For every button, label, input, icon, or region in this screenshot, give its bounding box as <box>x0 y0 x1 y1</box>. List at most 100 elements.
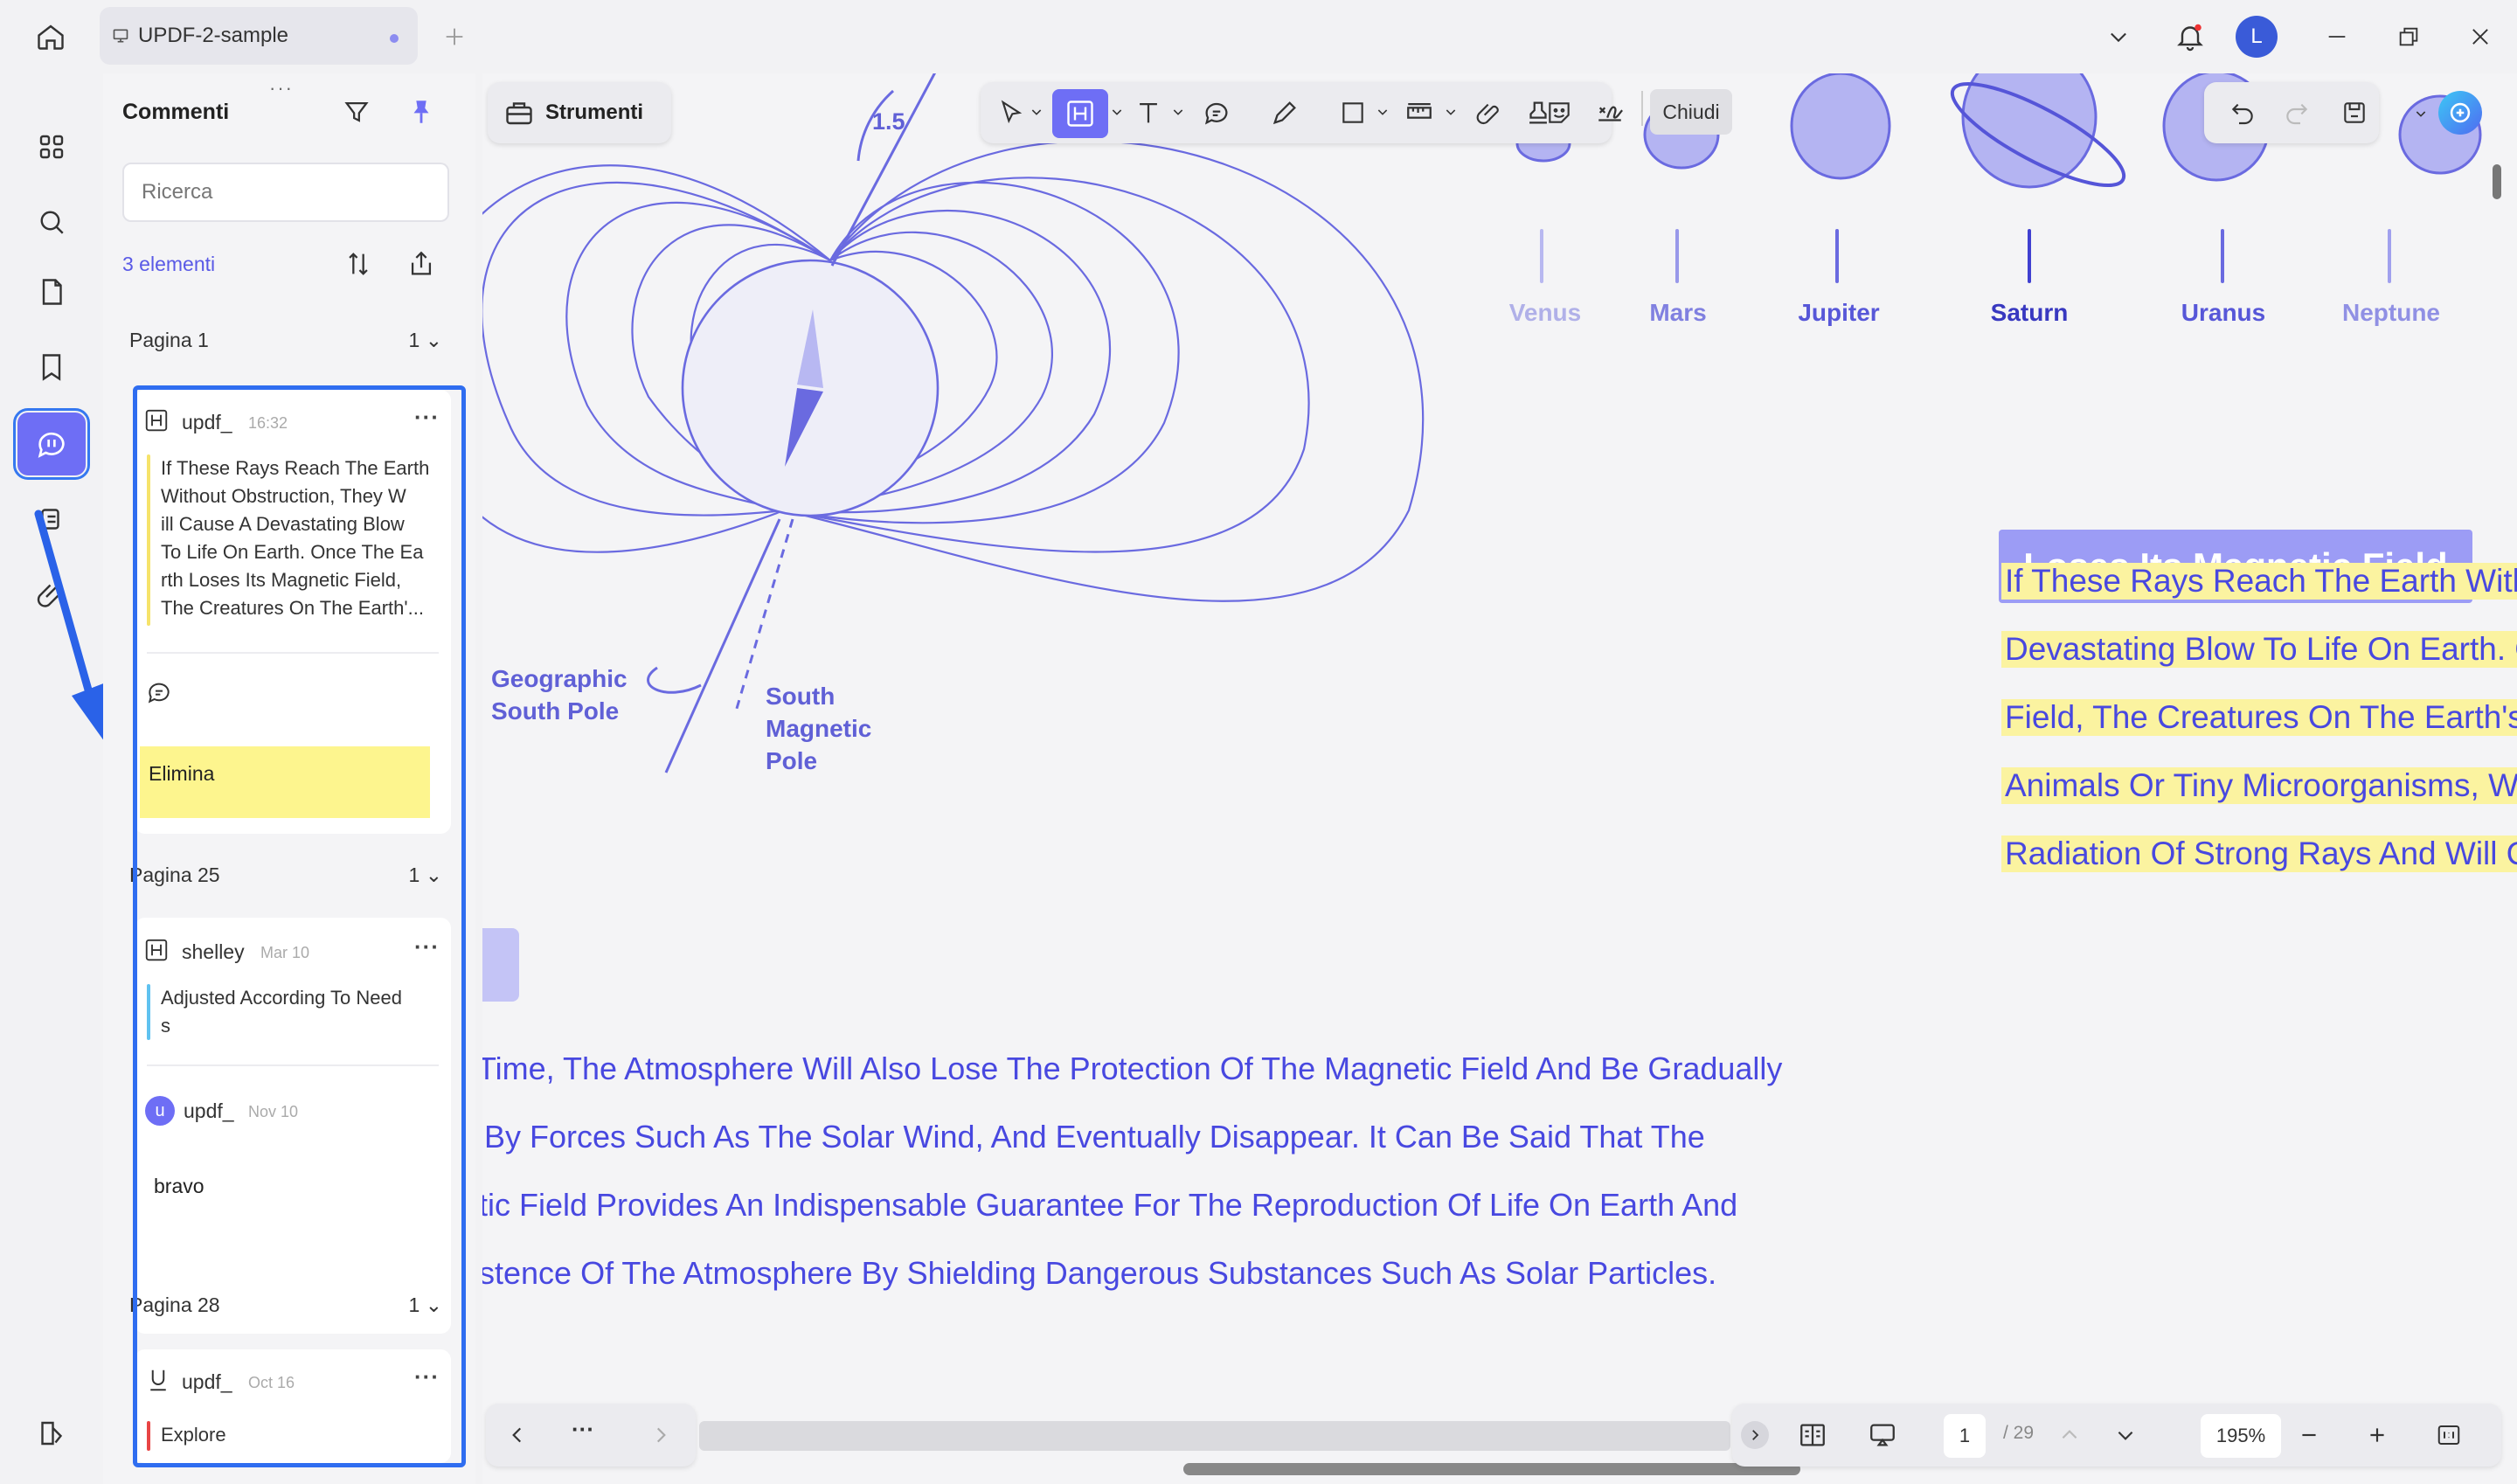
home-icon[interactable] <box>31 17 70 56</box>
chevron-down-icon[interactable] <box>2410 103 2431 124</box>
new-tab-plus-icon[interactable] <box>437 19 472 54</box>
minimize-icon[interactable] <box>2319 19 2354 54</box>
attachment-icon[interactable] <box>1470 94 1508 131</box>
body-text-line[interactable]: Time, The Atmosphere Will Also Lose The … <box>482 1051 1782 1087</box>
chevron-down-icon[interactable] <box>1372 101 1393 122</box>
pencil-icon[interactable] <box>1265 94 1304 131</box>
more-options-icon[interactable]: ··· <box>414 933 440 960</box>
horizontal-scroll-track[interactable] <box>699 1421 1730 1451</box>
highlighted-text-line[interactable]: Radiation Of Strong Rays And Will Quickl… <box>2001 836 2517 872</box>
body-text-line[interactable]: tic Field Provides An Indispensable Guar… <box>482 1187 1737 1224</box>
highlighted-text-line[interactable]: If These Rays Reach The Earth Without Ob… <box>2001 563 2517 600</box>
panel-drag-handle[interactable]: ··· <box>269 77 294 100</box>
reply-bubble-icon[interactable] <box>145 678 173 706</box>
comment-time: Mar 10 <box>260 944 310 961</box>
highlight-tool-icon[interactable] <box>1052 89 1108 138</box>
annotation-toolbar <box>981 82 1612 143</box>
pin-icon[interactable] <box>402 93 440 131</box>
highlight-color-bar <box>147 1421 150 1451</box>
page-group-count[interactable]: 1 ⌄ <box>409 329 442 352</box>
measure-ruler-icon[interactable] <box>1398 94 1440 131</box>
next-icon[interactable] <box>643 1418 678 1453</box>
comments-panel-icon[interactable] <box>13 408 90 480</box>
stamp-icon[interactable] <box>1519 94 1557 131</box>
page-group-header[interactable]: Pagina 1 <box>129 329 209 352</box>
chevron-down-icon: ⌄ <box>425 329 442 351</box>
export-icon[interactable] <box>402 245 440 283</box>
tools-button[interactable]: Strumenti <box>488 82 671 143</box>
highlighted-text-line[interactable]: Field, The Creatures On The Earth's Surf… <box>2001 699 2517 736</box>
avatar[interactable]: L <box>2236 16 2278 58</box>
chevron-down-icon[interactable] <box>1026 101 1047 122</box>
partial-heading-block <box>482 928 519 1002</box>
body-text-line[interactable]: By Forces Such As The Solar Wind, And Ev… <box>484 1119 1705 1155</box>
page-up-icon[interactable] <box>2052 1418 2087 1453</box>
restore-window-icon[interactable] <box>2391 19 2426 54</box>
text-tool-icon[interactable] <box>1129 94 1168 131</box>
filter-icon[interactable] <box>337 93 376 131</box>
search-input[interactable] <box>122 163 449 222</box>
page-group-count[interactable]: 1 ⌄ <box>409 1293 442 1317</box>
zoom-in-icon[interactable] <box>2360 1418 2395 1453</box>
rectangle-shape-icon[interactable] <box>1334 94 1372 131</box>
page-group-count[interactable]: 1 ⌄ <box>409 863 442 887</box>
page-group-header[interactable]: Pagina 28 <box>129 1293 220 1317</box>
page-number-input[interactable]: 1 <box>1944 1414 1986 1458</box>
comment-text: Explore <box>147 1421 444 1451</box>
more-icon[interactable]: ··· <box>572 1416 594 1443</box>
more-options-icon[interactable]: ··· <box>414 1363 440 1390</box>
expand-chevron-icon[interactable] <box>1741 1421 1769 1449</box>
page-group-header[interactable]: Pagina 25 <box>129 863 220 887</box>
ai-assistant-icon[interactable] <box>2438 91 2482 135</box>
zoom-level[interactable]: 195% <box>2201 1414 2281 1458</box>
underline-tool-icon <box>145 1367 171 1393</box>
actual-size-icon[interactable] <box>2431 1418 2466 1453</box>
highlighted-text-line[interactable]: Devastating Blow To Life On Earth. Once … <box>2001 631 2517 668</box>
chevron-down-icon: ⌄ <box>425 863 442 886</box>
chevron-down-icon: ⌄ <box>425 1293 442 1316</box>
present-icon[interactable] <box>1863 1416 1902 1454</box>
comment-line: s <box>161 1015 170 1037</box>
comment-tool-icon[interactable] <box>1197 94 1236 131</box>
thumbnails-grid-icon[interactable] <box>17 115 86 178</box>
close-toolbar-button[interactable]: Chiudi <box>1650 89 1732 135</box>
horizontal-scrollbar[interactable] <box>1183 1463 1800 1475</box>
signature-icon[interactable] <box>1589 94 1631 131</box>
search-icon[interactable] <box>17 191 86 253</box>
comments-panel: ··· Commenti 3 elementi Pagina 1 1 ⌄ upd… <box>103 73 475 1484</box>
previous-icon[interactable] <box>500 1418 535 1453</box>
document-viewport[interactable]: 1.5 Geographic South Pole South Magnetic… <box>482 73 2517 1484</box>
close-window-icon[interactable] <box>2463 19 2498 54</box>
body-text-line[interactable]: stence Of The Atmosphere By Shielding Da… <box>482 1255 1716 1292</box>
reading-mode-icon[interactable] <box>1793 1416 1832 1454</box>
save-icon[interactable] <box>2335 94 2374 131</box>
page-down-icon[interactable] <box>2108 1418 2143 1453</box>
angle-label: 1.5 <box>872 108 905 135</box>
sort-icon[interactable] <box>339 245 378 283</box>
reply-input[interactable]: Elimina <box>140 746 430 818</box>
redo-icon[interactable] <box>2278 94 2316 131</box>
planet-marker <box>2388 229 2391 283</box>
chevron-down-icon[interactable] <box>1440 101 1461 122</box>
document-tab[interactable]: UPDF-2-sample <box>100 7 418 65</box>
tools-label: Strumenti <box>545 101 644 124</box>
comment-card[interactable]: shelley Mar 10 ··· Adjusted According To… <box>135 918 451 1334</box>
vertical-scrollbar[interactable] <box>2493 164 2501 199</box>
reply-avatar: u <box>145 1096 175 1126</box>
settings-sidebar-icon[interactable] <box>17 1402 86 1465</box>
chevron-down-icon[interactable] <box>1106 101 1127 122</box>
chevron-down-icon[interactable] <box>2101 19 2136 54</box>
comment-line: rth Loses Its Magnetic Field, <box>161 569 402 591</box>
comment-card[interactable]: updf_ 16:32 ··· If These Rays Reach The … <box>135 390 451 834</box>
select-cursor-icon[interactable] <box>993 94 1030 131</box>
group-count-value: 1 <box>408 329 420 351</box>
comment-card[interactable]: updf_ Oct 16 ··· Explore <box>135 1349 451 1463</box>
pages-icon[interactable] <box>17 260 86 323</box>
zoom-out-icon[interactable] <box>2292 1418 2326 1453</box>
notification-bell-icon[interactable] <box>2169 16 2211 58</box>
chevron-down-icon[interactable] <box>1168 101 1189 122</box>
bookmark-icon[interactable] <box>17 336 86 399</box>
more-options-icon[interactable]: ··· <box>414 404 440 431</box>
undo-icon[interactable] <box>2223 94 2262 131</box>
highlighted-text-line[interactable]: Animals Or Tiny Microorganisms, Will Fin… <box>2001 767 2517 804</box>
